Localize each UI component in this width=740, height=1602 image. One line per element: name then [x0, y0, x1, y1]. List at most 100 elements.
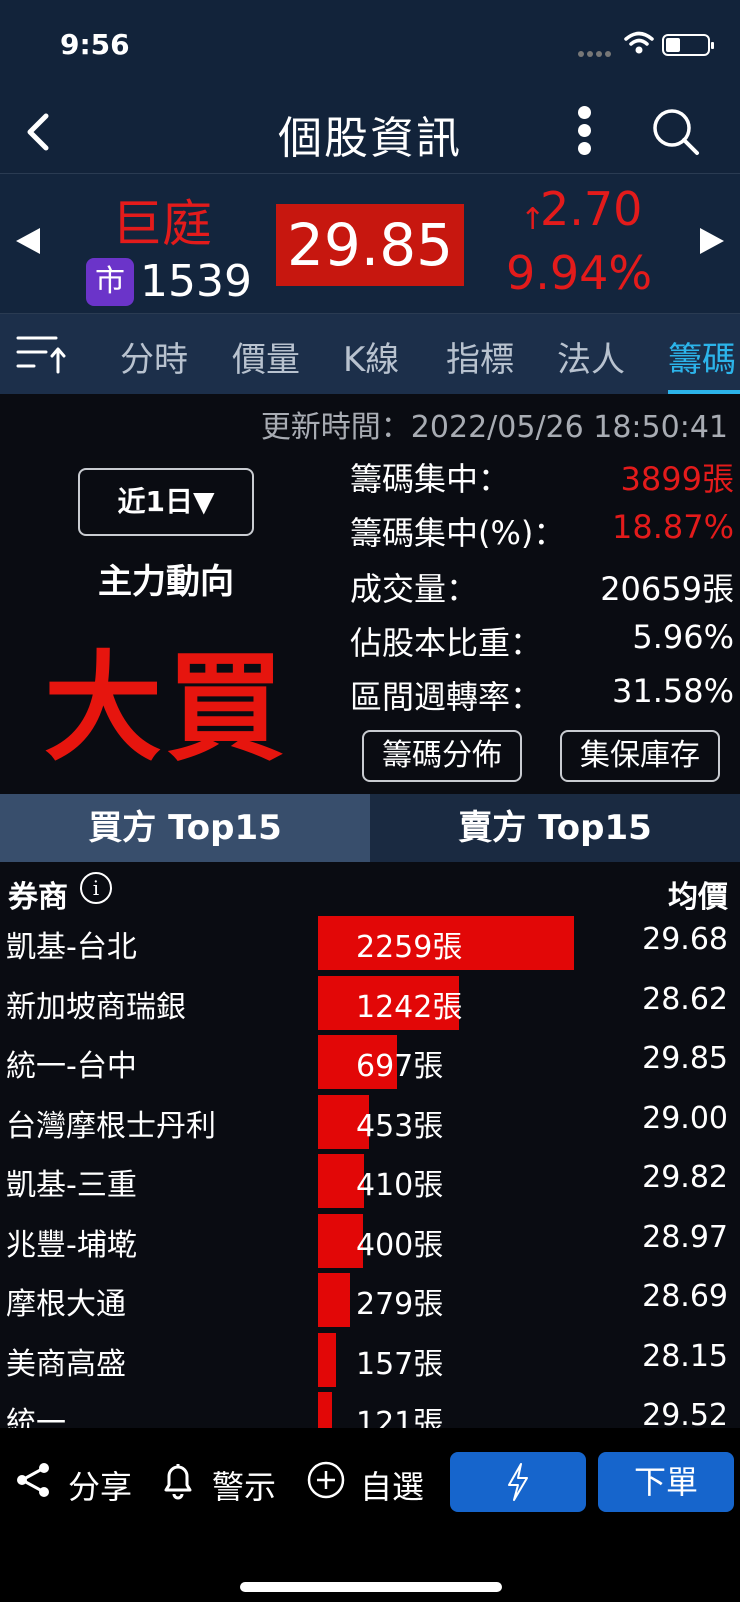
volume-label: 2259張: [356, 930, 463, 965]
volume-label: 697張: [356, 1049, 444, 1084]
table-row[interactable]: 摩根大通 279張 28.69: [0, 1269, 740, 1329]
volume-label: 121張: [356, 1406, 444, 1428]
table-header: 券商 i 均價: [0, 862, 740, 915]
stat-label: 成交量：: [350, 570, 479, 608]
average-price: 29.68: [642, 922, 728, 957]
column-header-broker: 券商: [8, 880, 68, 915]
alert-label: 警示: [212, 1468, 277, 1506]
average-price: 29.00: [642, 1100, 728, 1136]
cellular-signal-icon: [578, 42, 618, 57]
stat-concentration-pct: 籌碼集中(%)： 18.87%: [350, 500, 734, 554]
main-force-trend-label: 主力動向: [98, 562, 234, 602]
stat-label: 區間週轉率：: [350, 678, 543, 716]
stat-value: 31.58%: [611, 672, 734, 710]
broker-name: 凱基-三重: [6, 1168, 137, 1203]
bottom-toolbar: 分享 警示 自選 下單: [0, 1428, 740, 1602]
table-row[interactable]: 凱基-三重 410張 29.82: [0, 1150, 740, 1210]
broker-name: 兆豐-埔墘: [6, 1227, 137, 1263]
volume-label: 453張: [356, 1108, 444, 1144]
watchlist-label: 自選: [360, 1468, 425, 1506]
share-button[interactable]: 分享: [14, 1450, 144, 1510]
table-row[interactable]: 美商高盛 157張 28.15: [0, 1329, 740, 1389]
tab-indicators[interactable]: 指標: [446, 332, 514, 381]
stock-quote-header: 巨庭 市 1539 29.85 ↑ 2.70 9.94%: [0, 174, 740, 314]
lightning-icon: [508, 1463, 528, 1501]
average-price: 29.82: [642, 1160, 728, 1195]
volume-label: 410張: [356, 1168, 444, 1203]
table-row[interactable]: 台灣摩根士丹利 453張 29.00: [0, 1091, 740, 1151]
status-time: 9:56: [60, 28, 130, 61]
volume-bar: [318, 1332, 336, 1387]
stat-value: 5.96%: [632, 618, 734, 656]
previous-stock-icon[interactable]: [16, 228, 40, 254]
stat-capital-ratio: 佔股本比重： 5.96%: [350, 610, 734, 664]
broker-name: 凱基-台北: [6, 930, 137, 965]
table-row[interactable]: 凱基-台北 2259張 29.68: [0, 912, 740, 972]
custody-inventory-button[interactable]: 集保庫存: [560, 730, 720, 782]
broker-table: 券商 i 均價 凱基-台北 2259張 29.68 新加坡商瑞銀 1242張 28.62 統…: [0, 862, 740, 1428]
market-badge: 市: [86, 258, 134, 306]
info-icon[interactable]: i: [80, 872, 112, 904]
tab-price-volume[interactable]: 價量: [232, 332, 300, 381]
next-stock-icon[interactable]: [700, 228, 724, 254]
average-price: 28.15: [642, 1338, 728, 1374]
share-label: 分享: [68, 1468, 133, 1506]
tab-buy-top15[interactable]: 買方 Top15: [0, 794, 370, 862]
plus-circle-icon: [307, 1461, 345, 1499]
more-options-icon[interactable]: [572, 102, 596, 162]
average-price: 28.97: [642, 1219, 728, 1255]
price-change-percent: 9.94%: [506, 246, 653, 300]
table-row[interactable]: 新加坡商瑞銀 1242張 28.62: [0, 972, 740, 1032]
tab-bar: 分時 價量 K線 指標 法人 籌碼: [0, 314, 740, 394]
chip-distribution-button[interactable]: 籌碼分佈: [362, 730, 522, 782]
battery-icon: [662, 34, 714, 56]
share-icon: [17, 1463, 49, 1497]
average-price: 28.69: [642, 1279, 728, 1314]
table-row[interactable]: 兆豐-埔墘 400張 28.97: [0, 1210, 740, 1270]
average-price: 28.62: [642, 981, 728, 1017]
add-watchlist-button[interactable]: 自選: [306, 1450, 436, 1510]
volume-bar: [318, 1273, 350, 1327]
volume-label: 279張: [356, 1287, 444, 1322]
nav-bar: 個股資訊: [0, 90, 740, 174]
table-row[interactable]: 統一-台中 697張 29.85: [0, 1031, 740, 1091]
tab-sell-top15[interactable]: 賣方 Top15: [370, 794, 740, 862]
average-price: 29.52: [642, 1398, 728, 1428]
broker-name: 美商高盛: [6, 1346, 126, 1382]
column-header-avg-price: 均價: [668, 880, 728, 915]
page-title: 個股資訊: [278, 113, 462, 164]
alert-button[interactable]: 警示: [158, 1450, 288, 1510]
stat-turnover: 區間週轉率： 31.58%: [350, 664, 734, 718]
price-change: 2.70: [540, 182, 643, 236]
broker-name: 台灣摩根士丹利: [6, 1108, 216, 1144]
volume-bar: [318, 1392, 332, 1428]
volume-label: 157張: [356, 1346, 444, 1382]
place-order-button[interactable]: 下單: [598, 1452, 734, 1512]
tab-k-line[interactable]: K線: [343, 332, 399, 381]
stat-value: 18.87%: [611, 508, 734, 546]
stat-label: 籌碼集中：: [350, 460, 511, 498]
tab-chips[interactable]: 籌碼: [668, 332, 736, 381]
home-indicator: [240, 1582, 502, 1592]
bell-icon: [164, 1464, 192, 1500]
search-icon[interactable]: [650, 106, 702, 158]
buy-sell-toggle: 買方 Top15 賣方 Top15: [0, 794, 740, 862]
broker-name: 統一-台中: [6, 1049, 137, 1084]
stat-concentration: 籌碼集中： 3899張: [350, 446, 734, 500]
stat-value: 20659張: [600, 570, 734, 608]
tab-intraday[interactable]: 分時: [120, 332, 188, 381]
stock-name: 巨庭: [112, 195, 212, 253]
stat-value: 3899張: [620, 460, 734, 498]
current-price: 29.85: [276, 204, 464, 286]
main-force-trend-value: 大買: [43, 639, 288, 777]
table-row[interactable]: 統一 121張 29.52: [0, 1388, 740, 1428]
stat-label: 籌碼集中(%)：: [350, 514, 566, 552]
tab-institutional[interactable]: 法人: [557, 332, 625, 381]
tab-sort-icon[interactable]: [16, 332, 66, 376]
period-dropdown[interactable]: 近1日▼: [78, 468, 254, 536]
flash-order-button[interactable]: [450, 1452, 586, 1512]
wifi-icon: [624, 31, 654, 54]
broker-name: 新加坡商瑞銀: [6, 989, 186, 1025]
broker-name: 摩根大通: [6, 1287, 126, 1322]
status-bar: 9:56: [0, 0, 740, 90]
